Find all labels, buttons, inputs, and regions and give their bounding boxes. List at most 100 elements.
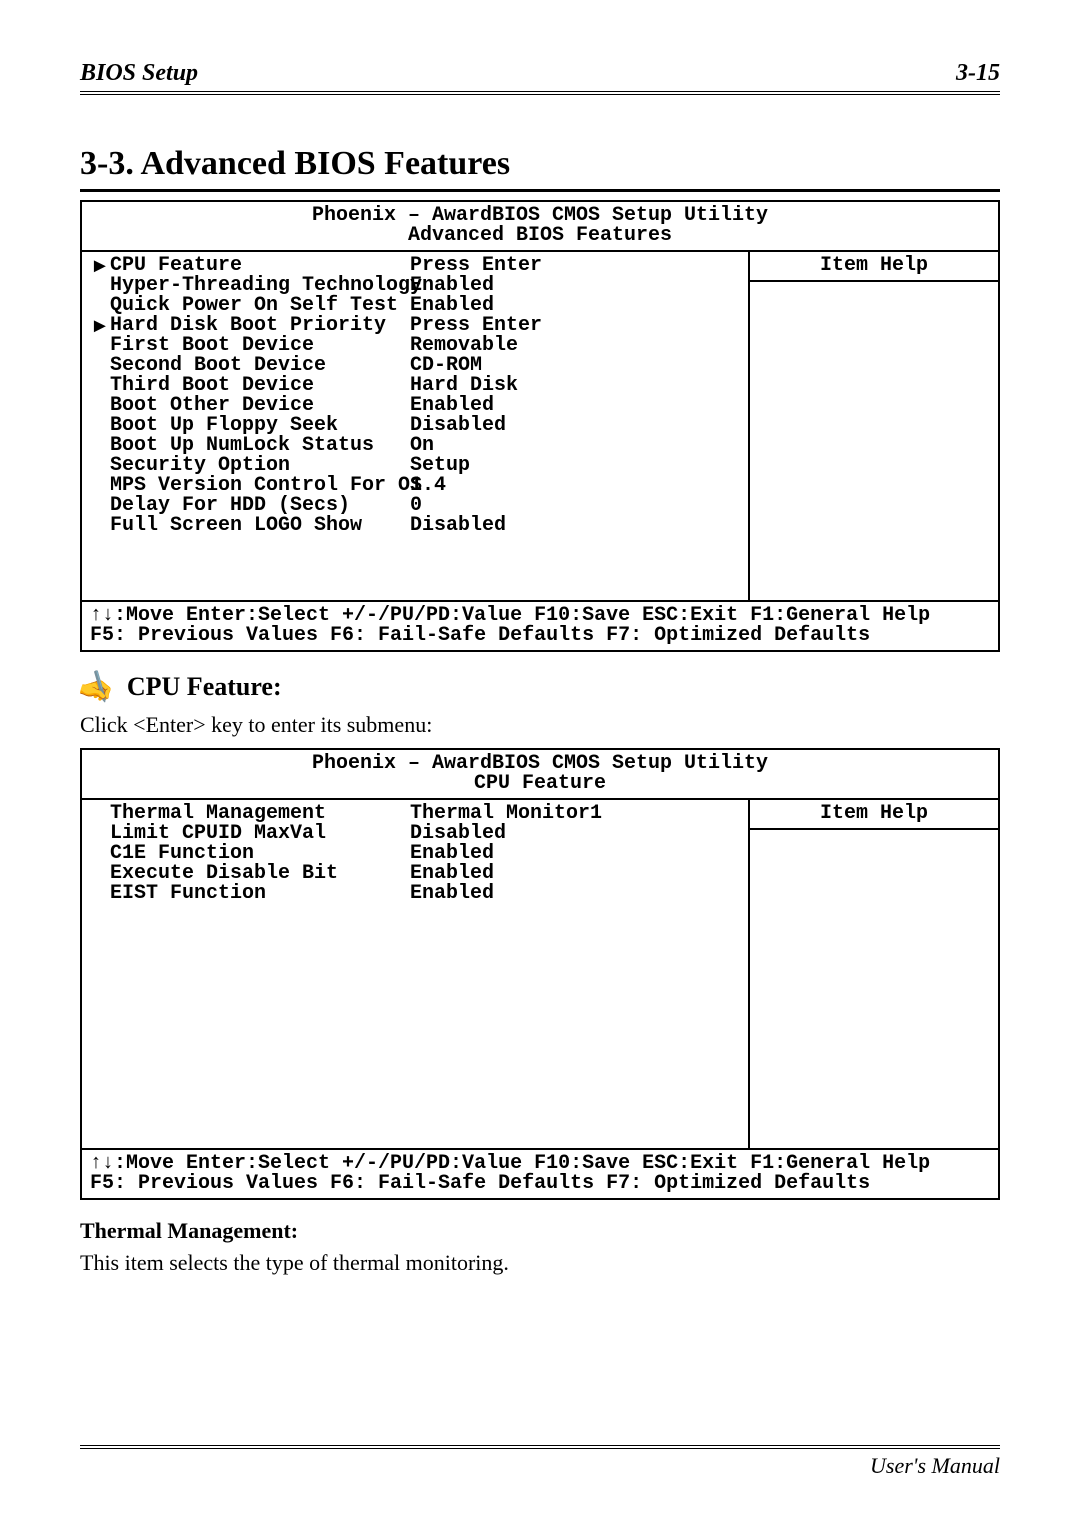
submenu-marker-icon bbox=[90, 276, 110, 296]
section-title: 3-3. Advanced BIOS Features bbox=[80, 145, 1000, 192]
submenu-marker-icon bbox=[90, 436, 110, 456]
bios-item-label: Limit CPUID MaxVal bbox=[110, 824, 410, 844]
bios-row[interactable]: Execute Disable BitEnabled bbox=[90, 864, 740, 884]
submenu-marker-icon bbox=[90, 516, 110, 536]
bios-item-value: Enabled bbox=[410, 884, 740, 904]
bios-item-value: Enabled bbox=[410, 296, 740, 316]
bios-item-value: Setup bbox=[410, 456, 740, 476]
hand-pointer-icon: ✍ bbox=[75, 665, 119, 709]
bios-item-value: Disabled bbox=[410, 416, 740, 436]
submenu-marker-icon bbox=[90, 396, 110, 416]
bios-footer-line1: ↑↓:Move Enter:Select +/-/PU/PD:Value F10… bbox=[90, 1154, 990, 1174]
page-header: BIOS Setup 3-15 bbox=[80, 60, 1000, 95]
bios-row[interactable]: Delay For HDD (Secs)0 bbox=[90, 496, 740, 516]
bios-item-label: CPU Feature bbox=[110, 256, 410, 276]
submenu-marker-icon: ► bbox=[90, 316, 110, 336]
bios-row[interactable]: ►CPU FeaturePress Enter bbox=[90, 256, 740, 276]
bios-item-value: Enabled bbox=[410, 844, 740, 864]
submenu-marker-icon bbox=[90, 456, 110, 476]
submenu-marker-icon bbox=[90, 884, 110, 904]
bios-row[interactable]: Quick Power On Self TestEnabled bbox=[90, 296, 740, 316]
bios-item-value: Disabled bbox=[410, 824, 740, 844]
bios-row[interactable]: Full Screen LOGO ShowDisabled bbox=[90, 516, 740, 536]
bios-item-value: Thermal Monitor1 bbox=[410, 804, 740, 824]
bios-item-value: 0 bbox=[410, 496, 740, 516]
bios-row[interactable]: Third Boot DeviceHard Disk bbox=[90, 376, 740, 396]
bios-help-panel: Item Help bbox=[748, 252, 998, 600]
bios-row[interactable]: First Boot DeviceRemovable bbox=[90, 336, 740, 356]
bios-item-value: Hard Disk bbox=[410, 376, 740, 396]
bios-header: Phoenix – AwardBIOS CMOS Setup Utility C… bbox=[82, 750, 998, 800]
bios-footer-line1: ↑↓:Move Enter:Select +/-/PU/PD:Value F10… bbox=[90, 606, 990, 626]
bios-footer-line2: F5: Previous Values F6: Fail-Safe Defaul… bbox=[90, 1174, 990, 1194]
bios-items-panel: ►CPU FeaturePress Enter Hyper-Threading … bbox=[82, 252, 748, 600]
bios-row[interactable]: C1E FunctionEnabled bbox=[90, 844, 740, 864]
sub-heading-desc: Click <Enter> key to enter its submenu: bbox=[80, 712, 1000, 738]
bios-title-line2: Advanced BIOS Features bbox=[82, 226, 998, 246]
bios-item-value: Removable bbox=[410, 336, 740, 356]
item-desc-thermal: This item selects the type of thermal mo… bbox=[80, 1250, 1000, 1276]
bios-row[interactable]: Thermal ManagementThermal Monitor1 bbox=[90, 804, 740, 824]
bios-item-label: MPS Version Control For OS bbox=[110, 476, 410, 496]
bios-title-line2: CPU Feature bbox=[82, 774, 998, 794]
bios-row[interactable]: Boot Other DeviceEnabled bbox=[90, 396, 740, 416]
bios-item-label: Hard Disk Boot Priority bbox=[110, 316, 410, 336]
bios-row[interactable]: Boot Up NumLock StatusOn bbox=[90, 436, 740, 456]
bios-footer: ↑↓:Move Enter:Select +/-/PU/PD:Value F10… bbox=[82, 602, 998, 650]
submenu-marker-icon bbox=[90, 376, 110, 396]
item-title-thermal: Thermal Management: bbox=[80, 1218, 1000, 1244]
bios-item-value: Enabled bbox=[410, 396, 740, 416]
page-footer: User's Manual bbox=[80, 1445, 1000, 1479]
bios-item-label: Boot Up Floppy Seek bbox=[110, 416, 410, 436]
header-left: BIOS Setup bbox=[80, 60, 198, 87]
bios-item-label: Hyper-Threading Technology bbox=[110, 276, 410, 296]
bios-row[interactable]: Hyper-Threading TechnologyEnabled bbox=[90, 276, 740, 296]
bios-item-label: Security Option bbox=[110, 456, 410, 476]
bios-row[interactable]: Limit CPUID MaxValDisabled bbox=[90, 824, 740, 844]
bios-screen-advanced: Phoenix – AwardBIOS CMOS Setup Utility A… bbox=[80, 200, 1000, 652]
submenu-marker-icon bbox=[90, 864, 110, 884]
submenu-marker-icon bbox=[90, 336, 110, 356]
bios-item-label: Full Screen LOGO Show bbox=[110, 516, 410, 536]
bios-item-label: Delay For HDD (Secs) bbox=[110, 496, 410, 516]
bios-row[interactable]: Security OptionSetup bbox=[90, 456, 740, 476]
bios-item-value: Disabled bbox=[410, 516, 740, 536]
submenu-marker-icon bbox=[90, 804, 110, 824]
bios-footer: ↑↓:Move Enter:Select +/-/PU/PD:Value F10… bbox=[82, 1150, 998, 1198]
submenu-marker-icon bbox=[90, 824, 110, 844]
bios-item-value: Press Enter bbox=[410, 256, 740, 276]
bios-item-value: Press Enter bbox=[410, 316, 740, 336]
bios-item-value: Enabled bbox=[410, 276, 740, 296]
bios-title-line1: Phoenix – AwardBIOS CMOS Setup Utility bbox=[82, 754, 998, 774]
submenu-marker-icon bbox=[90, 844, 110, 864]
bios-item-label: Boot Other Device bbox=[110, 396, 410, 416]
submenu-marker-icon bbox=[90, 356, 110, 376]
submenu-marker-icon: ► bbox=[90, 256, 110, 276]
bios-item-label: Second Boot Device bbox=[110, 356, 410, 376]
header-right: 3-15 bbox=[956, 60, 1000, 87]
bios-item-label: Quick Power On Self Test bbox=[110, 296, 410, 316]
bios-row[interactable]: EIST FunctionEnabled bbox=[90, 884, 740, 904]
bios-help-title: Item Help bbox=[750, 800, 998, 830]
submenu-marker-icon bbox=[90, 416, 110, 436]
bios-item-value: Enabled bbox=[410, 864, 740, 884]
submenu-marker-icon bbox=[90, 476, 110, 496]
sub-heading-text: CPU Feature: bbox=[127, 672, 282, 702]
bios-screen-cpu-feature: Phoenix – AwardBIOS CMOS Setup Utility C… bbox=[80, 748, 1000, 1200]
bios-item-label: Execute Disable Bit bbox=[110, 864, 410, 884]
bios-items-panel: Thermal ManagementThermal Monitor1 Limit… bbox=[82, 800, 748, 1148]
bios-header: Phoenix – AwardBIOS CMOS Setup Utility A… bbox=[82, 202, 998, 252]
bios-item-label: Third Boot Device bbox=[110, 376, 410, 396]
bios-row[interactable]: Boot Up Floppy SeekDisabled bbox=[90, 416, 740, 436]
bios-row[interactable]: MPS Version Control For OS1.4 bbox=[90, 476, 740, 496]
bios-item-value: CD-ROM bbox=[410, 356, 740, 376]
bios-row[interactable]: Second Boot DeviceCD-ROM bbox=[90, 356, 740, 376]
bios-title-line1: Phoenix – AwardBIOS CMOS Setup Utility bbox=[82, 206, 998, 226]
bios-row[interactable]: ►Hard Disk Boot PriorityPress Enter bbox=[90, 316, 740, 336]
submenu-marker-icon bbox=[90, 296, 110, 316]
bios-item-label: C1E Function bbox=[110, 844, 410, 864]
bios-help-title: Item Help bbox=[750, 252, 998, 282]
bios-item-label: EIST Function bbox=[110, 884, 410, 904]
bios-item-value: On bbox=[410, 436, 740, 456]
bios-item-label: Thermal Management bbox=[110, 804, 410, 824]
